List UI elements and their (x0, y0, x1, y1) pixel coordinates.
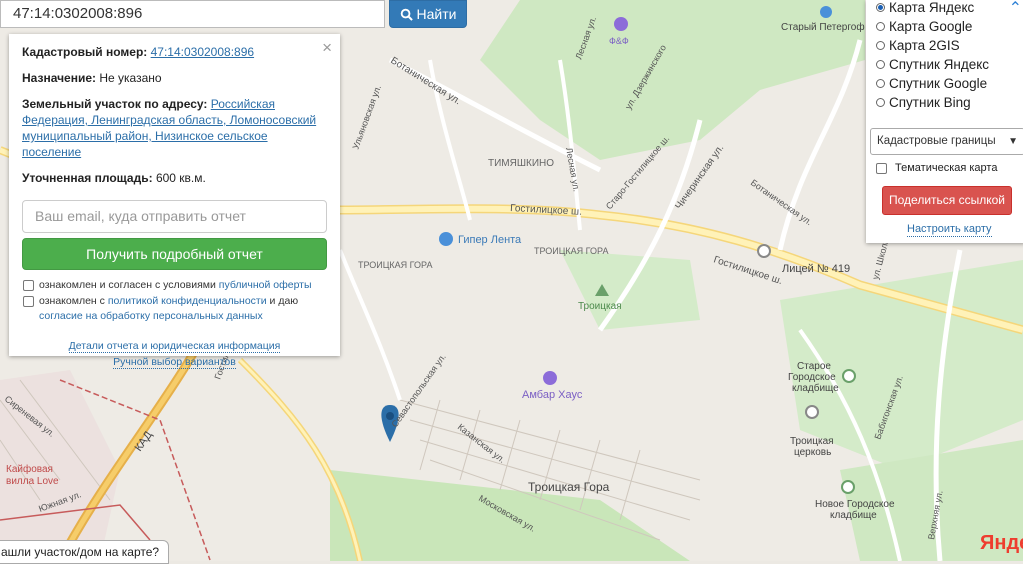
area-value: 600 кв.м. (155, 171, 206, 185)
address-link[interactable]: муниципальный район, Низинское сельское … (22, 129, 268, 159)
search-button-label: Найти (416, 6, 457, 22)
map-settings-panel: ⌃ Карта Яндекс Карта Google Карта 2GIS С… (866, 0, 1023, 243)
maptype-yandex-satellite[interactable]: Спутник Яндекс (876, 57, 989, 72)
map-label: кладбище (792, 382, 839, 394)
address-link[interactable]: Российская (211, 97, 275, 111)
privacy-checkbox[interactable] (23, 296, 34, 307)
map-label: Старое (797, 361, 831, 372)
map-label: ТИМЯШКИНО (488, 158, 554, 169)
maptype-label: Спутник Bing (889, 95, 971, 110)
maptype-label: Карта Яндекс (889, 0, 975, 15)
map-label: Кайфовая (6, 463, 53, 475)
radio-icon (876, 98, 885, 107)
school-icon[interactable] (757, 244, 771, 258)
radio-icon (876, 79, 885, 88)
map-label: Троицкая (578, 301, 622, 312)
hypermarket-icon[interactable] (439, 232, 453, 246)
maptype-google-map[interactable]: Карта Google (876, 19, 972, 34)
map-label: Ф&Ф (609, 36, 629, 46)
area-label: Уточненная площадь: (22, 171, 153, 185)
address-link[interactable]: Федерация, Ленинградская область, Ломоно… (22, 113, 316, 127)
map-label: вилла Love (6, 476, 59, 487)
cemetery-icon[interactable] (842, 369, 856, 383)
layers-select-value: Кадастровые границы (877, 135, 996, 147)
maptype-label: Спутник Яндекс (889, 57, 990, 72)
maptype-label: Спутник Google (889, 76, 988, 91)
found-parcel-prompt[interactable]: ашли участок/дом на карте? (0, 540, 169, 564)
station-icon[interactable] (820, 6, 832, 18)
offer-consent-text: ознакомлен и согласен с условиями публич… (39, 279, 312, 291)
address-label: Земельный участок по адресу: (22, 97, 208, 111)
search-button[interactable]: Найти (389, 0, 467, 28)
map-label: Городское (788, 372, 836, 383)
address-row: Земельный участок по адресу: Российская … (22, 96, 327, 160)
map-label: ТРОИЦКАЯ ГОРА (358, 260, 432, 270)
privacy-consent: ознакомлен с политикой конфиденциальност… (22, 294, 327, 324)
offer-consent: ознакомлен и согласен с условиями публич… (22, 278, 327, 293)
map-label: Новое Городское (815, 499, 895, 510)
radio-icon (876, 22, 885, 31)
church-icon[interactable] (805, 405, 819, 419)
map-label: Троицкая (790, 436, 834, 447)
map-label: Троицкая Гора (528, 480, 610, 494)
thematic-label: Тематическая карта (895, 162, 998, 174)
maptype-2gis-map[interactable]: Карта 2GIS (876, 38, 960, 53)
cadastral-number-link[interactable]: 47:14:0302008:896 (151, 45, 254, 59)
map-label: Гипер Лента (458, 234, 522, 246)
hotel-icon[interactable] (543, 371, 557, 385)
thematic-checkbox[interactable] (876, 162, 887, 174)
maptype-google-satellite[interactable]: Спутник Google (876, 76, 987, 91)
parcel-info-panel: × Кадастровый номер: 47:14:0302008:896 Н… (9, 34, 340, 369)
maptype-label: Карта 2GIS (889, 38, 960, 53)
cemetery-icon[interactable] (841, 480, 855, 494)
public-offer-link[interactable]: публичной оферты (219, 279, 312, 291)
personal-data-consent-link[interactable]: согласие на обработку персональных данны… (39, 310, 263, 322)
maptype-yandex-map[interactable]: Карта Яндекс (876, 0, 974, 15)
map-label: Старый Петергоф (781, 21, 865, 33)
chevron-up-icon[interactable]: ⌃ (1009, 0, 1022, 18)
report-links: Детали отчета и юридическая информация Р… (22, 338, 327, 370)
map-label: ТРОИЦКАЯ ГОРА (534, 246, 608, 256)
yandex-logo: Яндекс (980, 532, 1023, 554)
layers-select[interactable]: Кадастровые границы ▼ (870, 128, 1023, 155)
search-icon (400, 8, 413, 21)
report-details-link[interactable]: Детали отчета и юридическая информация (68, 340, 281, 353)
purpose-value: Не указано (99, 71, 162, 85)
radio-selected-icon (876, 3, 885, 12)
thematic-map-toggle[interactable]: Тематическая карта (876, 162, 997, 174)
close-icon[interactable]: × (322, 38, 332, 58)
offer-checkbox[interactable] (23, 280, 34, 291)
privacy-policy-link[interactable]: политикой конфиденциальности (108, 295, 267, 307)
maptype-bing-satellite[interactable]: Спутник Bing (876, 95, 971, 110)
shop-icon[interactable] (614, 17, 628, 31)
purpose-row: Назначение: Не указано (22, 70, 327, 86)
privacy-consent-text: ознакомлен с политикой конфиденциальност… (39, 295, 299, 322)
map-label: кладбище (830, 509, 877, 521)
maptype-label: Карта Google (889, 19, 973, 34)
radio-icon (876, 60, 885, 69)
purpose-label: Назначение: (22, 71, 97, 85)
map-label: Лицей № 419 (782, 263, 850, 275)
cadastral-search-input[interactable]: 47:14:0302008:896 (0, 0, 385, 28)
get-report-button[interactable]: Получить подробный отчет (22, 238, 327, 270)
cadastral-number-row: Кадастровый номер: 47:14:0302008:896 (22, 44, 327, 60)
map-label: церковь (794, 447, 831, 458)
radio-icon (876, 41, 885, 50)
configure-map-link[interactable]: Настроить карту (907, 223, 992, 237)
manual-selection-link[interactable]: Ручной выбор вариантов (113, 356, 236, 369)
area-row: Уточненная площадь: 600 кв.м. (22, 170, 327, 186)
share-link-button[interactable]: Поделиться ссылкой (882, 186, 1012, 215)
map-label: Амбар Хаус (522, 389, 583, 401)
email-field[interactable]: Ваш email, куда отправить отчет (22, 200, 327, 233)
cadastral-label: Кадастровый номер: (22, 45, 148, 59)
chevron-down-icon: ▼ (1008, 136, 1018, 147)
